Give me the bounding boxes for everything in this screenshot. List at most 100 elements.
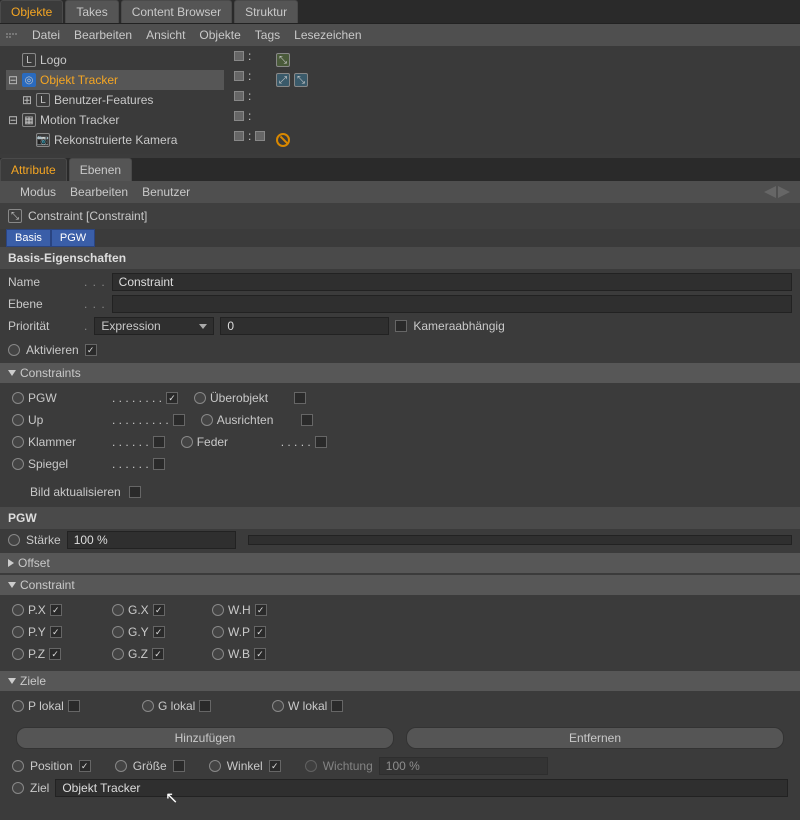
ueberobjekt-checkbox[interactable] bbox=[294, 392, 306, 404]
prioritaet-num[interactable] bbox=[220, 317, 389, 335]
pgw-checkbox[interactable] bbox=[166, 392, 178, 404]
aktivieren-checkbox[interactable] bbox=[85, 344, 97, 356]
anim-bullet[interactable] bbox=[8, 534, 20, 546]
tag-row[interactable]: ⤡ bbox=[276, 50, 794, 70]
py-checkbox[interactable] bbox=[50, 626, 62, 638]
tab-objekte[interactable]: Objekte bbox=[0, 0, 63, 23]
menu-bearbeiten[interactable]: Bearbeiten bbox=[70, 185, 128, 199]
forbidden-icon[interactable] bbox=[276, 133, 290, 147]
menu-objekte[interactable]: Objekte bbox=[199, 28, 240, 42]
g-lokal-checkbox[interactable] bbox=[199, 700, 211, 712]
constraint-tag-icon[interactable]: ⤡ bbox=[276, 53, 290, 67]
anim-bullet[interactable] bbox=[12, 414, 24, 426]
anim-bullet[interactable] bbox=[112, 604, 124, 616]
feder-checkbox[interactable] bbox=[315, 436, 327, 448]
menu-ansicht[interactable]: Ansicht bbox=[146, 28, 185, 42]
anim-bullet[interactable] bbox=[212, 626, 224, 638]
gy-checkbox[interactable] bbox=[153, 626, 165, 638]
pz-checkbox[interactable] bbox=[49, 648, 61, 660]
anim-bullet[interactable] bbox=[12, 626, 24, 638]
anim-bullet[interactable] bbox=[209, 760, 221, 772]
subtab-basis[interactable]: Basis bbox=[6, 229, 51, 247]
anim-bullet[interactable] bbox=[12, 760, 24, 772]
tree-row-motion-tracker[interactable]: ⊟ ▦ Motion Tracker bbox=[6, 110, 224, 130]
anim-bullet[interactable] bbox=[181, 436, 193, 448]
tree-row-objekt-tracker[interactable]: ⊟ ◎ Objekt Tracker bbox=[6, 70, 224, 90]
anim-bullet[interactable] bbox=[12, 648, 24, 660]
tab-ebenen[interactable]: Ebenen bbox=[69, 158, 132, 181]
anim-bullet[interactable] bbox=[12, 392, 24, 404]
nav-forward-icon[interactable] bbox=[778, 186, 790, 198]
anim-bullet[interactable] bbox=[212, 648, 224, 660]
anim-bullet[interactable] bbox=[12, 782, 24, 794]
up-checkbox[interactable] bbox=[173, 414, 185, 426]
menu-tags[interactable]: Tags bbox=[255, 28, 280, 42]
tree-row-rekonstruierte-kamera[interactable]: 📷 Rekonstruierte Kamera bbox=[6, 130, 224, 150]
tab-struktur[interactable]: Struktur bbox=[234, 0, 298, 23]
winkel-checkbox[interactable] bbox=[269, 760, 281, 772]
tag-row[interactable] bbox=[276, 130, 794, 150]
klammer-checkbox[interactable] bbox=[153, 436, 165, 448]
prioritaet-select[interactable]: Expression bbox=[94, 317, 214, 335]
grip-icon[interactable] bbox=[6, 33, 18, 38]
tree-toggle[interactable]: ⊟ bbox=[8, 113, 18, 127]
object-tree[interactable]: L Logo ⊟ ◎ Objekt Tracker ⊞ L Benutzer-F… bbox=[0, 46, 230, 154]
groesse-checkbox[interactable] bbox=[173, 760, 185, 772]
anim-bullet[interactable] bbox=[12, 458, 24, 470]
entfernen-button[interactable]: Entfernen bbox=[406, 727, 784, 749]
tree-toggle[interactable]: ⊟ bbox=[8, 73, 18, 87]
menu-bearbeiten[interactable]: Bearbeiten bbox=[74, 28, 132, 42]
group-ziele[interactable]: Ziele bbox=[0, 671, 800, 691]
tree-toggle[interactable]: ⊞ bbox=[22, 93, 32, 107]
nav-back-icon[interactable] bbox=[764, 186, 776, 198]
wb-checkbox[interactable] bbox=[254, 648, 266, 660]
ziel-field[interactable] bbox=[55, 779, 788, 797]
menu-lesezeichen[interactable]: Lesezeichen bbox=[294, 28, 361, 42]
wh-checkbox[interactable] bbox=[255, 604, 267, 616]
anim-bullet[interactable] bbox=[115, 760, 127, 772]
anim-bullet[interactable] bbox=[12, 436, 24, 448]
ebene-field[interactable] bbox=[112, 295, 792, 313]
layer-cell[interactable]: : bbox=[230, 106, 270, 126]
ausrichten-checkbox[interactable] bbox=[301, 414, 313, 426]
anim-bullet[interactable] bbox=[8, 344, 20, 356]
subtab-pgw[interactable]: PGW bbox=[51, 229, 95, 247]
group-constraints[interactable]: Constraints bbox=[0, 363, 800, 383]
name-field[interactable] bbox=[112, 273, 792, 291]
anim-bullet[interactable] bbox=[12, 604, 24, 616]
anim-bullet[interactable] bbox=[12, 700, 24, 712]
layer-cell[interactable]: : bbox=[230, 66, 270, 86]
constraint-tag-icon[interactable]: ⤢ bbox=[276, 73, 290, 87]
layer-cell[interactable]: : bbox=[230, 46, 270, 66]
wp-checkbox[interactable] bbox=[254, 626, 266, 638]
staerke-field[interactable] bbox=[67, 531, 236, 549]
staerke-slider[interactable] bbox=[248, 535, 792, 545]
anim-bullet[interactable] bbox=[201, 414, 213, 426]
hinzufuegen-button[interactable]: Hinzufügen bbox=[16, 727, 394, 749]
tab-content-browser[interactable]: Content Browser bbox=[121, 0, 232, 23]
w-lokal-checkbox[interactable] bbox=[331, 700, 343, 712]
menu-datei[interactable]: Datei bbox=[32, 28, 60, 42]
tab-takes[interactable]: Takes bbox=[65, 0, 118, 23]
constraint-tag-icon[interactable]: ⤡ bbox=[294, 73, 308, 87]
bild-aktualisieren-checkbox[interactable] bbox=[129, 486, 141, 498]
gz-checkbox[interactable] bbox=[152, 648, 164, 660]
position-checkbox[interactable] bbox=[79, 760, 91, 772]
tree-row-benutzer-features[interactable]: ⊞ L Benutzer-Features bbox=[6, 90, 224, 110]
anim-bullet[interactable] bbox=[112, 626, 124, 638]
anim-bullet[interactable] bbox=[112, 648, 124, 660]
gx-checkbox[interactable] bbox=[153, 604, 165, 616]
anim-bullet[interactable] bbox=[194, 392, 206, 404]
px-checkbox[interactable] bbox=[50, 604, 62, 616]
menu-modus[interactable]: Modus bbox=[20, 185, 56, 199]
spiegel-checkbox[interactable] bbox=[153, 458, 165, 470]
tab-attribute[interactable]: Attribute bbox=[0, 158, 67, 181]
layer-cell[interactable]: : bbox=[230, 126, 270, 146]
p-lokal-checkbox[interactable] bbox=[68, 700, 80, 712]
kameraabhaengig-checkbox[interactable] bbox=[395, 320, 407, 332]
group-offset[interactable]: Offset bbox=[0, 553, 800, 573]
anim-bullet[interactable] bbox=[142, 700, 154, 712]
group-constraint[interactable]: Constraint bbox=[0, 575, 800, 595]
anim-bullet[interactable] bbox=[272, 700, 284, 712]
tag-row[interactable]: ⤢⤡ bbox=[276, 70, 794, 90]
